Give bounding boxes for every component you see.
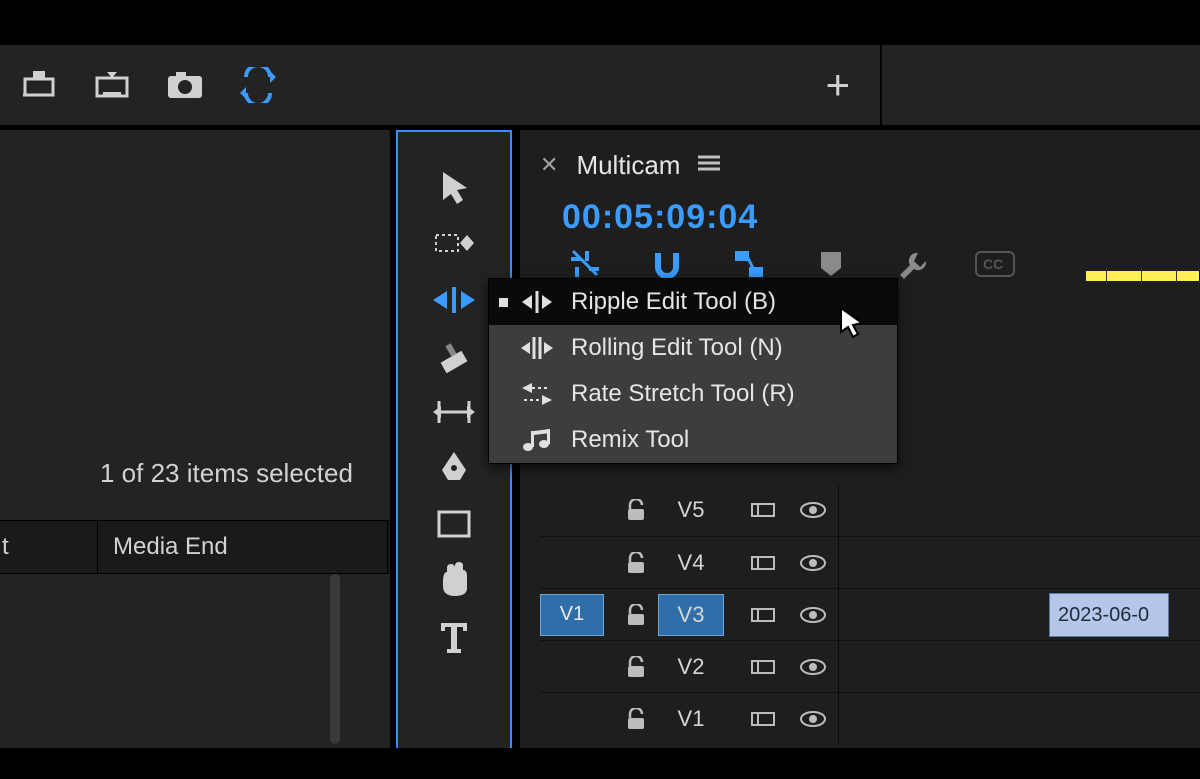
- export-frame-icon[interactable]: [84, 55, 144, 115]
- letterbox-bottom: [0, 748, 1200, 779]
- type-tool[interactable]: [424, 608, 484, 664]
- flyout-label: Remix Tool: [571, 426, 689, 454]
- clip-item[interactable]: 2023-06-0: [1049, 593, 1169, 637]
- visibility-toggle-v1[interactable]: [788, 710, 838, 728]
- timeline-ruler[interactable]: [1086, 271, 1200, 281]
- sync-lock-v5[interactable]: [738, 501, 788, 519]
- camera-icon[interactable]: [156, 55, 216, 115]
- flyout-remix[interactable]: Remix Tool: [489, 417, 897, 463]
- hand-tool[interactable]: [424, 552, 484, 608]
- project-panel: 1 of 23 items selected t Media End: [0, 130, 390, 750]
- timecode-display[interactable]: 00:05:09:04: [562, 198, 758, 237]
- visibility-toggle-v5[interactable]: [788, 501, 838, 519]
- track-content-v1[interactable]: [838, 693, 1200, 744]
- track-content-v4[interactable]: [838, 537, 1200, 588]
- sequence-tab-row: ✕ Multicam: [540, 145, 720, 185]
- lock-toggle-v2[interactable]: [614, 656, 658, 678]
- swap-icon[interactable]: [228, 55, 288, 115]
- sync-lock-v1[interactable]: [738, 710, 788, 728]
- add-button[interactable]: +: [825, 61, 850, 109]
- source-patch-v1b[interactable]: [540, 698, 604, 740]
- sequence-tab-title[interactable]: Multicam: [576, 150, 680, 181]
- source-patch-v4[interactable]: [540, 542, 604, 584]
- track-target-v3[interactable]: V3: [658, 594, 724, 636]
- selection-count-label: 1 of 23 items selected: [100, 458, 353, 489]
- rectangle-tool[interactable]: [424, 496, 484, 552]
- marker-icon[interactable]: [811, 250, 851, 278]
- lock-toggle-v5[interactable]: [614, 499, 658, 521]
- letterbox-top: [0, 0, 1200, 45]
- settings-wrench-icon[interactable]: [893, 249, 933, 279]
- column-header-1[interactable]: t: [0, 521, 98, 573]
- sync-lock-v4[interactable]: [738, 554, 788, 572]
- source-patch-v1[interactable]: V1: [540, 594, 604, 636]
- lock-toggle-v4[interactable]: [614, 552, 658, 574]
- track-select-tool[interactable]: [424, 216, 484, 272]
- sync-lock-v3[interactable]: [738, 606, 788, 624]
- visibility-toggle-v3[interactable]: [788, 606, 838, 624]
- track-target-v1[interactable]: V1: [658, 698, 724, 740]
- snap-icon[interactable]: [647, 249, 687, 279]
- flyout-label: Ripple Edit Tool (B): [571, 288, 776, 316]
- insert-overwrite-icon[interactable]: [565, 249, 605, 279]
- track-row-v1: V1: [540, 692, 1200, 744]
- ripple-edit-icon: [519, 290, 555, 314]
- track-row-v2: V2: [540, 640, 1200, 692]
- flyout-rolling-edit[interactable]: Rolling Edit Tool (N): [489, 325, 897, 371]
- tab-menu-icon[interactable]: [698, 154, 720, 177]
- track-target-v2[interactable]: V2: [658, 646, 724, 688]
- selection-tool[interactable]: [424, 160, 484, 216]
- track-target-v5[interactable]: V5: [658, 489, 724, 531]
- project-columns-header: t Media End: [0, 520, 390, 574]
- close-tab-button[interactable]: ✕: [540, 152, 558, 178]
- track-content-v3[interactable]: 2023-06-0: [838, 589, 1200, 640]
- visibility-toggle-v4[interactable]: [788, 554, 838, 572]
- export-marker-icon[interactable]: [12, 55, 72, 115]
- top-toolbar: +: [0, 45, 1200, 125]
- track-row-v4: V4: [540, 536, 1200, 588]
- flyout-rate-stretch[interactable]: Rate Stretch Tool (R): [489, 371, 897, 417]
- rolling-edit-icon: [519, 336, 555, 360]
- slip-tool[interactable]: [424, 384, 484, 440]
- linked-selection-icon[interactable]: [729, 249, 769, 279]
- source-patch-v5[interactable]: [540, 489, 604, 531]
- track-row-v5: V5: [540, 484, 1200, 536]
- lock-toggle-v1[interactable]: [614, 708, 658, 730]
- column-header-media-end[interactable]: Media End: [98, 521, 388, 573]
- track-content-v5[interactable]: [838, 484, 1200, 536]
- rate-stretch-icon: [519, 381, 555, 407]
- track-target-v4[interactable]: V4: [658, 542, 724, 584]
- tool-flyout-menu: Ripple Edit Tool (B) Rolling Edit Tool (…: [488, 278, 898, 464]
- track-row-v3: V1 V3 2023-06-0: [540, 588, 1200, 640]
- remix-icon: [519, 427, 555, 453]
- visibility-toggle-v2[interactable]: [788, 658, 838, 676]
- pen-tool[interactable]: [424, 440, 484, 496]
- flyout-label: Rolling Edit Tool (N): [571, 334, 783, 362]
- svg-text:CC: CC: [983, 256, 1003, 272]
- track-content-v2[interactable]: [838, 641, 1200, 692]
- project-scrollbar[interactable]: [330, 574, 340, 744]
- top-right-panel: [880, 45, 1200, 125]
- ripple-edit-tool[interactable]: [424, 272, 484, 328]
- selected-marker: [499, 298, 508, 307]
- lock-toggle-v3[interactable]: [614, 604, 658, 626]
- razor-tool[interactable]: [424, 328, 484, 384]
- source-patch-v2[interactable]: [540, 646, 604, 688]
- tracks-area: V5 V4 V1 V3 2023-06-0 V2 V1: [540, 484, 1200, 744]
- flyout-ripple-edit[interactable]: Ripple Edit Tool (B): [489, 279, 897, 325]
- sync-lock-v2[interactable]: [738, 658, 788, 676]
- captions-icon[interactable]: CC: [975, 251, 1015, 277]
- project-body: [0, 574, 340, 754]
- flyout-label: Rate Stretch Tool (R): [571, 380, 795, 408]
